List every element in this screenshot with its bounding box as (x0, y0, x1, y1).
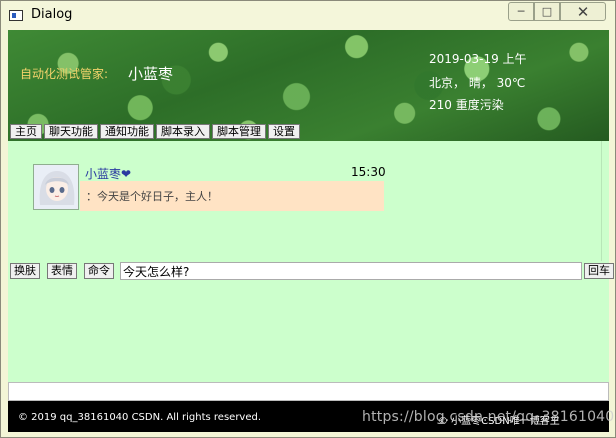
message-sender: 小蓝枣❤ (85, 167, 132, 181)
chat-scrollbar[interactable] (601, 141, 609, 261)
menu-bar: 主页 聊天功能 通知功能 脚本录入 脚本管理 设置 (10, 124, 300, 139)
input-toolbar: 换肤 表情 命令 回车 (8, 261, 614, 281)
date-text: 2019-03-19 上午 (429, 52, 527, 66)
message-input[interactable] (120, 262, 582, 280)
send-button[interactable]: 回车 (584, 263, 614, 279)
title-bar[interactable]: Dialog ─ □ ✕ (1, 1, 615, 30)
assistant-label: 自动化测试管家: (20, 67, 109, 81)
air-quality-text: 210 重度污染 (429, 98, 504, 112)
chat-area: 小蓝枣❤ 15:30 ：今天是个好日子，主人！ (8, 141, 609, 261)
watermark-text: https://blog.csdn.net/qq_38161040 (362, 409, 615, 425)
skin-button[interactable]: 换肤 (10, 263, 40, 279)
app-icon (9, 10, 23, 21)
menu-settings-button[interactable]: 设置 (268, 124, 300, 139)
copyright-text: © 2019 qq_38161040 CSDN. All rights rese… (18, 412, 262, 423)
menu-notify-button[interactable]: 通知功能 (100, 124, 154, 139)
menu-script-record-button[interactable]: 脚本录入 (156, 124, 210, 139)
dialog-window: Dialog ─ □ ✕ 自动化测试管家: 小蓝枣 2019-03-19 上午 … (0, 0, 616, 438)
weather-text: 北京， 晴， 30℃ (429, 76, 526, 90)
message-text: ：今天是个好日子，主人！ (86, 190, 218, 203)
message-time: 15:30 (351, 165, 386, 179)
window-title: Dialog (31, 7, 73, 22)
header-banner: 自动化测试管家: 小蓝枣 2019-03-19 上午 北京， 晴， 30℃ 21… (8, 30, 609, 141)
status-field[interactable] (8, 382, 609, 401)
command-button[interactable]: 命令 (84, 263, 114, 279)
emoji-button[interactable]: 表情 (47, 263, 77, 279)
minimize-button[interactable]: ─ (508, 2, 534, 21)
close-button[interactable]: ✕ (560, 2, 606, 21)
maximize-button[interactable]: □ (534, 2, 560, 21)
lower-panel (8, 281, 609, 382)
menu-script-manage-button[interactable]: 脚本管理 (212, 124, 266, 139)
menu-chat-button[interactable]: 聊天功能 (44, 124, 98, 139)
menu-home-button[interactable]: 主页 (10, 124, 42, 139)
message-bubble: ：今天是个好日子，主人！ (80, 181, 384, 211)
assistant-name: 小蓝枣 (128, 65, 174, 83)
avatar (33, 164, 79, 210)
